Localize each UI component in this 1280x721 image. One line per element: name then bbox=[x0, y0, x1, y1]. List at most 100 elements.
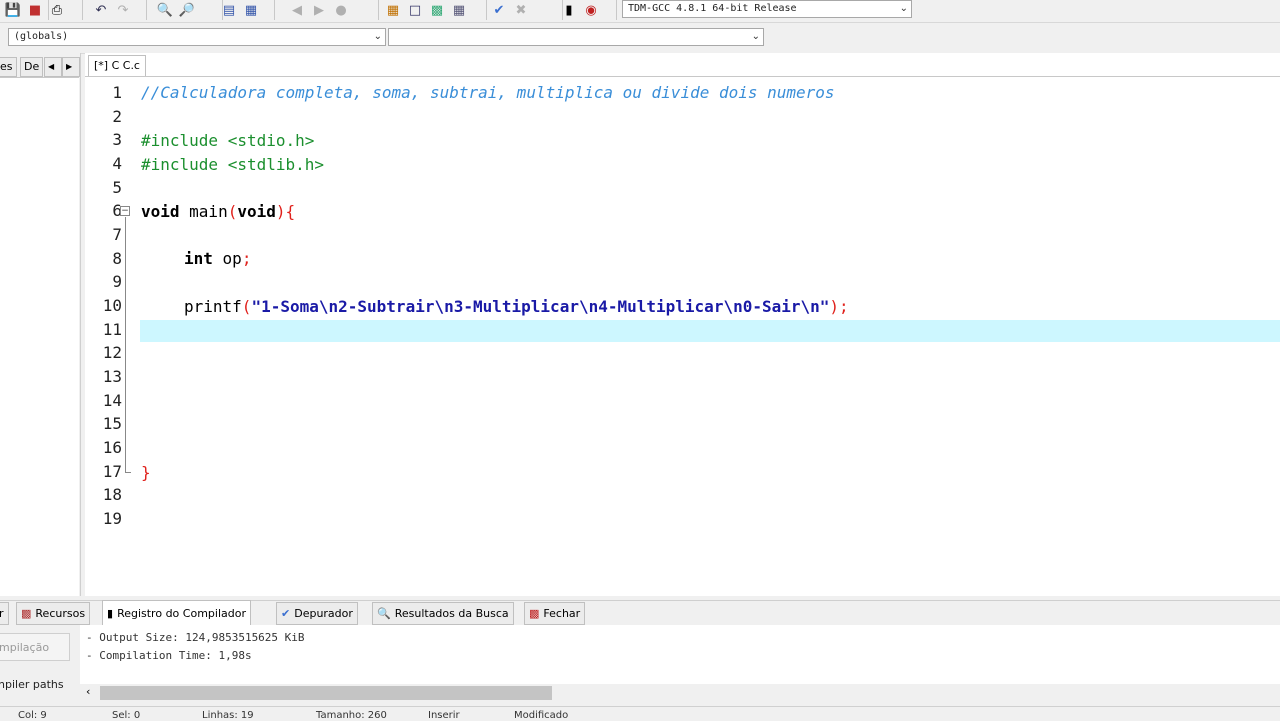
undo-icon[interactable]: ↶ bbox=[92, 1, 110, 19]
tab-compile-log[interactable]: ▮ Registro do Compilador bbox=[102, 600, 251, 626]
project-panel: es De ◀ ▶ bbox=[0, 53, 81, 596]
status-size: Tamanho: 260 bbox=[316, 710, 387, 721]
unindent-icon[interactable]: ▦ bbox=[242, 1, 260, 19]
redo-icon[interactable]: ↷ bbox=[114, 1, 132, 19]
compiler-paths-label: npiler paths bbox=[0, 678, 64, 691]
compiler-select[interactable]: TDM-GCC 4.8.1 64-bit Release ⌄ bbox=[622, 0, 912, 18]
line-number-gutter: 1 2 3 4 5 6 7 8 9 10 11 12 13 14 15 16 1… bbox=[85, 77, 140, 596]
scope-toolbar: (globals) ⌄ ⌄ bbox=[0, 23, 1280, 54]
indent-icon[interactable]: ▤ bbox=[220, 1, 238, 19]
resources-icon: ▩ bbox=[21, 607, 32, 620]
symbol: ( bbox=[241, 297, 252, 316]
tab-compiler[interactable]: r bbox=[0, 602, 9, 625]
code-line-4: #include <stdlib.h> bbox=[141, 155, 325, 174]
compile-log-output[interactable]: - Output Size: 124,9853515625 KiB - Comp… bbox=[80, 625, 1280, 689]
identifier: main bbox=[179, 202, 228, 221]
line-number: 8 bbox=[112, 249, 122, 268]
save-icon[interactable]: 💾 bbox=[4, 1, 22, 19]
indent-toolbar-group: ▤ ▦ bbox=[216, 0, 275, 20]
scroll-left-icon[interactable]: ‹ bbox=[86, 685, 90, 698]
tab-debugger[interactable]: ✔ Depurador bbox=[276, 602, 358, 625]
line-number: 14 bbox=[102, 391, 122, 410]
tab-compile-log-label: Registro do Compilador bbox=[117, 606, 246, 620]
project-tree[interactable] bbox=[0, 77, 79, 596]
fold-guide-line bbox=[125, 217, 126, 472]
line-number: 16 bbox=[102, 438, 122, 457]
new-file-icon[interactable]: □ bbox=[406, 1, 424, 19]
chart-icon: ▮ bbox=[107, 606, 114, 620]
forward-icon[interactable]: ▶ bbox=[310, 1, 328, 19]
line-number: 5 bbox=[112, 178, 122, 197]
tab-scroll-right-button[interactable]: ▶ bbox=[62, 57, 80, 77]
tab-search-results[interactable]: 🔍 Resultados da Busca bbox=[372, 602, 514, 625]
line-number: 18 bbox=[102, 485, 122, 504]
print-toolbar-group: ⎙ bbox=[44, 0, 83, 20]
bottom-tabs: r ▩ Recursos ▮ Registro do Compilador ✔ Dep… bbox=[0, 600, 1280, 626]
abort-compilation-label: mpilação bbox=[0, 641, 50, 654]
code-line-3: #include <stdio.h> bbox=[141, 131, 315, 150]
status-bar: Col: 9 Sel: 0 Linhas: 19 Tamanho: 260 In… bbox=[0, 706, 1280, 721]
close-icon[interactable]: ■ bbox=[26, 1, 44, 19]
chevron-down-icon: ⌄ bbox=[373, 31, 382, 42]
delete-icon[interactable]: ✖ bbox=[512, 1, 530, 19]
log-line: - Compilation Time: 1,98s bbox=[86, 649, 252, 662]
scrollbar-thumb[interactable] bbox=[100, 686, 552, 700]
chart-icon[interactable]: ▮ bbox=[560, 1, 578, 19]
check-icon: ✔ bbox=[281, 607, 291, 620]
scope-select[interactable]: (globals) ⌄ bbox=[8, 28, 386, 46]
tab-resources-label: Recursos bbox=[35, 607, 86, 620]
file-toolbar-group: 💾 ■ bbox=[0, 0, 49, 20]
keyword: int bbox=[184, 249, 213, 268]
member-select[interactable]: ⌄ bbox=[388, 28, 764, 46]
toggle-icon[interactable]: ▦ bbox=[450, 1, 468, 19]
symbol: ( bbox=[227, 202, 238, 221]
compiler-paths-option[interactable]: npiler paths bbox=[0, 671, 70, 699]
code-area[interactable]: //Calculadora completa, soma, subtrai, m… bbox=[140, 77, 1280, 596]
tab-c-file[interactable]: [*] C C.c bbox=[88, 55, 146, 76]
replace-icon[interactable]: 🔎 bbox=[178, 1, 196, 19]
line-number: 12 bbox=[102, 343, 122, 362]
chevron-down-icon: ⌄ bbox=[751, 31, 760, 42]
project-toolbar-group: ▦ □ ▩ ▦ bbox=[380, 0, 487, 20]
arrow-left-icon: ◀ bbox=[48, 62, 55, 71]
print-icon[interactable]: ⎙ bbox=[48, 1, 66, 19]
back-icon[interactable]: ◀ bbox=[288, 1, 306, 19]
debug-toolbar-group: ▮ ◉ bbox=[556, 0, 617, 20]
chevron-down-icon: ⌄ bbox=[899, 3, 908, 14]
new-class-icon[interactable]: ▦ bbox=[384, 1, 402, 19]
fold-end-mark bbox=[125, 472, 131, 473]
symbol: ); bbox=[829, 297, 849, 316]
search-toolbar-group: 🔍 🔎 bbox=[152, 0, 223, 20]
line-number: 10 bbox=[102, 296, 122, 315]
horizontal-scrollbar[interactable]: ‹ bbox=[80, 684, 1280, 702]
line-number: 1 bbox=[112, 83, 122, 102]
line-number: 3 bbox=[112, 130, 122, 149]
string-literal: "1-Soma\n2-Subtrair\n3-Multiplicar\n4-Mu… bbox=[251, 297, 830, 316]
line-number: 19 bbox=[102, 509, 122, 528]
line-number: 13 bbox=[102, 367, 122, 386]
symbol: ; bbox=[241, 249, 252, 268]
log-line: - Output Size: 124,9853515625 KiB bbox=[86, 631, 305, 644]
tab-classes[interactable]: es bbox=[0, 57, 17, 77]
edit-toolbar-group: ↶ ↷ bbox=[88, 0, 147, 20]
abort-compilation-button[interactable]: mpilação bbox=[0, 633, 70, 661]
compiler-select-value: TDM-GCC 4.8.1 64-bit Release bbox=[628, 3, 797, 14]
tab-resources[interactable]: ▩ Recursos bbox=[16, 602, 91, 625]
line-number: 4 bbox=[112, 154, 122, 173]
tab-compiler-label: r bbox=[0, 607, 4, 620]
line-number: 9 bbox=[112, 272, 122, 291]
tab-scroll-left-button[interactable]: ◀ bbox=[44, 57, 62, 77]
fold-toggle-icon[interactable]: − bbox=[120, 206, 130, 216]
tab-debugger-label: Depurador bbox=[294, 607, 353, 620]
search-icon[interactable]: 🔍 bbox=[156, 1, 174, 19]
check-icon[interactable]: ✔ bbox=[490, 1, 508, 19]
tab-debug[interactable]: De bbox=[20, 57, 44, 77]
insert-icon[interactable]: ▩ bbox=[428, 1, 446, 19]
debug-icon[interactable]: ◉ bbox=[582, 1, 600, 19]
search-icon: 🔍 bbox=[377, 607, 391, 620]
tab-close[interactable]: ▩ Fechar bbox=[524, 602, 586, 625]
navigation-toolbar-group: ◀ ▶ ● bbox=[284, 0, 379, 20]
stop-icon[interactable]: ● bbox=[332, 1, 350, 19]
arrow-right-icon: ▶ bbox=[66, 62, 73, 71]
status-column: Col: 9 bbox=[18, 710, 47, 721]
